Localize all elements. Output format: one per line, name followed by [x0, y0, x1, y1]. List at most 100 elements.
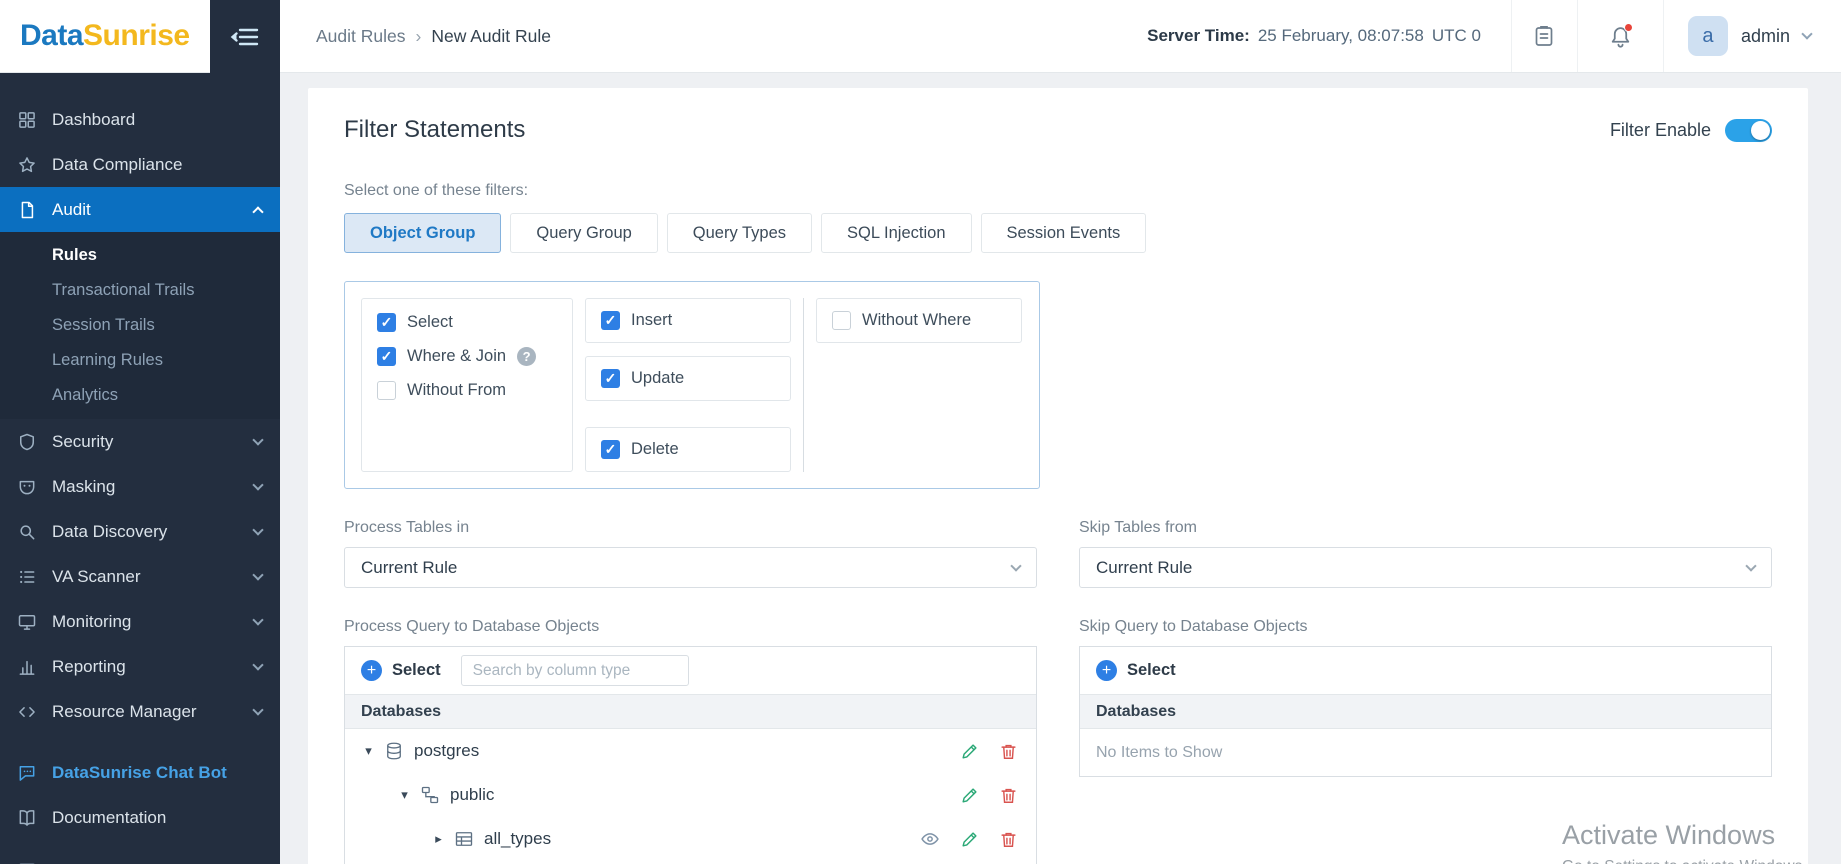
help-icon[interactable]: ?: [517, 347, 537, 366]
delete-icon[interactable]: [999, 830, 1018, 849]
sidebar-subitem-session-trails[interactable]: Session Trails: [0, 308, 280, 343]
checkbox-checked-icon: ✓: [601, 440, 620, 459]
skip-objects-label: Skip Query to Database Objects: [1079, 618, 1308, 635]
monitor-icon: [15, 612, 39, 632]
sidebar-subitem-learning-rules[interactable]: Learning Rules: [0, 343, 280, 378]
user-menu[interactable]: a admin: [1662, 0, 1841, 72]
divider: [803, 298, 804, 472]
chat-bubble-icon: [15, 763, 39, 783]
chevron-down-icon: [252, 433, 264, 446]
sidebar-subitem-analytics[interactable]: Analytics: [0, 378, 280, 413]
sidebar-item-security[interactable]: Security: [0, 419, 280, 464]
checkbox-without-from[interactable]: Without From: [377, 381, 557, 400]
sidebar-item-monitoring[interactable]: Monitoring: [0, 599, 280, 644]
sidebar-item-partial[interactable]: [0, 848, 280, 864]
sidebar-item-data-compliance[interactable]: Data Compliance: [0, 142, 280, 187]
sidebar-item-resource-manager[interactable]: Resource Manager: [0, 689, 280, 734]
toggle-knob: [1751, 120, 1770, 140]
tab-object-group[interactable]: Object Group: [344, 213, 502, 253]
book-icon: [15, 808, 39, 828]
logo-text-sunrise: Sunrise: [83, 19, 190, 52]
shield-icon: [15, 432, 39, 452]
caret-collapsed-icon[interactable]: ▸: [431, 831, 446, 847]
sidebar-item-label: Masking: [52, 476, 116, 496]
sidebar-item-label: Documentation: [52, 807, 167, 827]
sidebar-item-va-scanner[interactable]: VA Scanner: [0, 554, 280, 599]
select-button-label: Select: [392, 661, 441, 679]
sidebar-item-data-discovery[interactable]: Data Discovery: [0, 509, 280, 554]
skip-tables-select[interactable]: Current Rule: [1079, 547, 1772, 588]
checkbox-checked-icon: ✓: [601, 311, 620, 330]
skip-objects-panel: + Select Databases No Items to Show: [1079, 646, 1772, 777]
star-icon: [15, 155, 39, 175]
mask-icon: [15, 477, 39, 497]
notifications-button[interactable]: [1576, 0, 1663, 72]
delete-icon[interactable]: [999, 742, 1018, 761]
sidebar-item-masking[interactable]: Masking: [0, 464, 280, 509]
checkbox-update[interactable]: ✓ Update: [601, 369, 775, 388]
caret-expanded-icon[interactable]: ▾: [397, 787, 412, 803]
checkbox-insert[interactable]: ✓ Insert: [601, 311, 775, 330]
edit-icon[interactable]: [960, 786, 979, 805]
sidebar-item-label: Data Compliance: [52, 154, 183, 174]
logo-area: DataSunrise: [0, 0, 210, 73]
header-main: Audit Rules › New Audit Rule Server Time…: [280, 0, 1841, 73]
sidebar-collapse-button[interactable]: [210, 0, 280, 73]
delete-icon[interactable]: [999, 786, 1018, 805]
sidebar-item-documentation[interactable]: Documentation: [0, 795, 280, 840]
tasks-button[interactable]: [1510, 0, 1577, 72]
tree-row-all-types[interactable]: ▸ all_types: [345, 817, 1036, 861]
caret-expanded-icon[interactable]: ▾: [361, 743, 376, 759]
search-column-input[interactable]: [460, 655, 689, 686]
sidebar-item-label: Data Discovery: [52, 521, 168, 541]
eye-icon[interactable]: [920, 829, 940, 849]
chevron-down-icon: [252, 658, 264, 671]
add-object-button[interactable]: + Select: [361, 660, 441, 681]
chevron-up-icon: [252, 205, 264, 218]
schema-icon: [420, 785, 440, 805]
edit-icon[interactable]: [960, 742, 979, 761]
page-title: Filter Statements: [344, 116, 526, 143]
audit-submenu: Rules Transactional Trails Session Trail…: [0, 232, 280, 419]
checkbox-where-join[interactable]: ✓ Where & Join ?: [377, 347, 557, 366]
chevron-down-icon: [252, 613, 264, 626]
tab-query-types[interactable]: Query Types: [666, 213, 813, 253]
add-skip-object-button[interactable]: + Select: [1096, 660, 1176, 681]
checkbox-label: Update: [631, 369, 685, 387]
databases-column-header: Databases: [1080, 694, 1771, 729]
checkbox-without-where[interactable]: Without Where: [832, 311, 1006, 330]
process-tables-select[interactable]: Current Rule: [344, 547, 1037, 588]
sidebar-subitem-transactional-trails[interactable]: Transactional Trails: [0, 273, 280, 308]
tab-query-group[interactable]: Query Group: [510, 213, 658, 253]
dashboard-icon: [15, 110, 39, 130]
sidebar-item-dashboard[interactable]: Dashboard: [0, 97, 280, 142]
tree-node-name: postgres: [414, 741, 480, 760]
checkbox-label: Where & Join: [407, 347, 507, 365]
sidebar-item-audit[interactable]: Audit: [0, 187, 280, 232]
tab-sql-injection[interactable]: SQL Injection: [821, 213, 972, 253]
tree-row-public[interactable]: ▾ public: [345, 773, 1036, 817]
checkbox-checked-icon: ✓: [377, 347, 396, 366]
tree-row-postgres[interactable]: ▾ postgres: [345, 729, 1036, 773]
tab-session-events[interactable]: Session Events: [980, 213, 1147, 253]
checkbox-delete[interactable]: ✓ Delete: [601, 440, 775, 459]
breadcrumb-audit-rules[interactable]: Audit Rules: [316, 26, 406, 47]
checkbox-select[interactable]: ✓ Select: [377, 313, 557, 332]
sidebar-item-reporting[interactable]: Reporting: [0, 644, 280, 689]
process-objects-panel: + Select Databases ▾ postgres: [344, 646, 1037, 864]
checkbox-label: Without Where: [862, 311, 972, 329]
table-icon: [454, 829, 474, 849]
notification-dot: [1623, 23, 1633, 32]
top-bar: DataSunrise Audit Rules › New Audit Rule…: [0, 0, 1841, 73]
filter-enable-toggle[interactable]: [1725, 118, 1772, 142]
edit-icon[interactable]: [960, 830, 979, 849]
sidebar-item-chat-bot[interactable]: DataSunrise Chat Bot: [0, 750, 280, 795]
checkbox-unchecked-icon: [832, 311, 851, 330]
chevron-down-icon: [252, 523, 264, 536]
process-column: Process Tables in Current Rule Process Q…: [344, 519, 1037, 864]
logo[interactable]: DataSunrise: [20, 19, 190, 53]
avatar: a: [1687, 16, 1728, 56]
sidebar-subitem-rules[interactable]: Rules: [0, 238, 280, 273]
sidebar: Dashboard Data Compliance Audit Rules Tr…: [0, 73, 280, 864]
checkbox-label: Without From: [407, 381, 507, 399]
